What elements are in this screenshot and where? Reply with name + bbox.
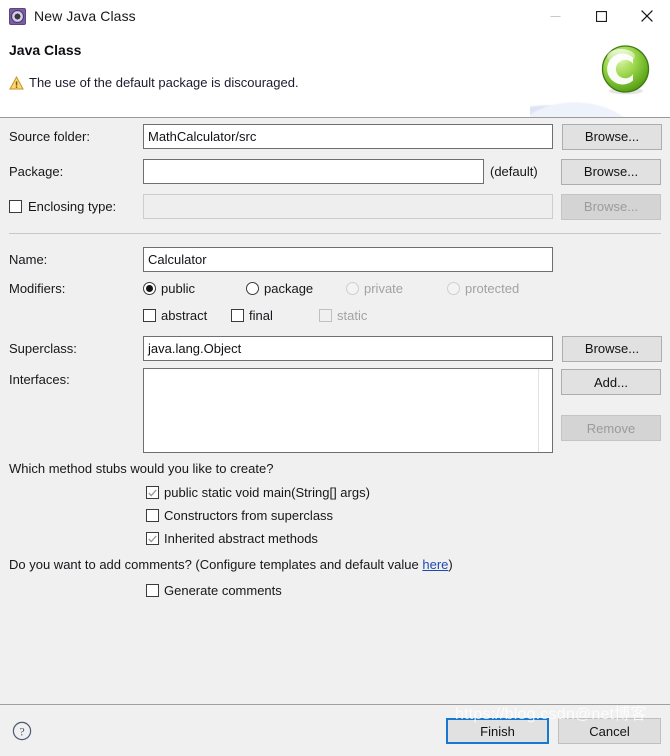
interfaces-row: Interfaces: Add... Remove — [0, 368, 670, 458]
checkbox-inherited-indicator — [146, 532, 159, 545]
source-folder-row: Source folder: MathCalculator/src Browse… — [0, 123, 670, 150]
generate-comments-checkbox[interactable]: Generate comments — [146, 579, 282, 602]
interfaces-remove-button: Remove — [561, 415, 661, 441]
checkbox-static-indicator — [319, 309, 332, 322]
section-divider-1 — [9, 233, 661, 234]
modifier-radio-public[interactable]: public — [143, 281, 246, 296]
enclosing-type-label: Enclosing type: — [28, 199, 117, 214]
source-folder-browse-button[interactable]: Browse... — [562, 123, 662, 150]
interfaces-label: Interfaces: — [9, 372, 70, 387]
superclass-row: Superclass: java.lang.Object Browse... — [0, 335, 670, 362]
interfaces-list[interactable] — [143, 368, 553, 453]
warning-triangle-icon — [9, 75, 24, 89]
checkbox-final-indicator — [231, 309, 244, 322]
enclosing-type-input[interactable] — [143, 194, 553, 219]
java-class-gear-icon — [9, 7, 26, 25]
comments-question-suffix: ) — [448, 557, 453, 572]
package-label: Package: — [9, 164, 64, 179]
help-icon[interactable]: ? — [12, 721, 32, 741]
page-title: Java Class — [9, 42, 82, 58]
package-default-hint: (default) — [490, 164, 538, 179]
close-button[interactable] — [624, 0, 670, 32]
radio-private-indicator — [346, 282, 359, 295]
checkbox-constructors-indicator — [146, 509, 159, 522]
status-message: The use of the default package is discou… — [9, 75, 299, 90]
close-icon — [641, 10, 653, 22]
method-stub-main-checkbox[interactable]: public static void main(String[] args) — [146, 481, 370, 504]
superclass-label: Superclass: — [9, 341, 77, 356]
method-stub-constructors-checkbox[interactable]: Constructors from superclass — [146, 504, 370, 527]
radio-public-indicator — [143, 282, 156, 295]
superclass-browse-button[interactable]: Browse... — [562, 335, 662, 362]
window-controls — [532, 0, 670, 32]
enclosing-type-browse-button: Browse... — [561, 193, 661, 220]
source-folder-input[interactable]: MathCalculator/src — [143, 124, 553, 149]
name-input[interactable]: Calculator — [143, 247, 553, 272]
finish-button[interactable]: Finish — [446, 718, 549, 744]
window-title: New Java Class — [34, 8, 136, 24]
modifier-radio-private: private — [346, 281, 447, 296]
maximize-button[interactable] — [578, 0, 624, 32]
modifier-checkbox-group: abstract final static — [143, 308, 367, 323]
radio-package-indicator — [246, 282, 259, 295]
configure-templates-link[interactable]: here — [422, 557, 448, 572]
comments-group: Generate comments — [146, 579, 282, 602]
interfaces-scrollbar[interactable] — [538, 369, 552, 452]
status-message-text: The use of the default package is discou… — [29, 75, 299, 90]
enclosing-type-checkbox[interactable] — [9, 200, 22, 213]
comments-question: Do you want to add comments? (Configure … — [9, 557, 453, 572]
radio-protected-indicator — [447, 282, 460, 295]
name-row: Name: Calculator — [0, 247, 670, 272]
help-icon-glyph: ? — [19, 724, 24, 738]
green-class-c-icon — [601, 45, 650, 95]
minimize-button[interactable] — [532, 0, 578, 32]
modifiers-label: Modifiers: — [9, 281, 66, 296]
package-browse-button[interactable]: Browse... — [561, 158, 661, 185]
modifier-checkbox-static: static — [319, 308, 367, 323]
cancel-button[interactable]: Cancel — [558, 718, 661, 744]
modifiers-row: Modifiers: public package private protec… — [0, 276, 670, 301]
dialog-body: Source folder: MathCalculator/src Browse… — [0, 118, 670, 704]
modifier-radio-protected: protected — [447, 281, 519, 296]
dialog-footer: ? Finish Cancel — [0, 704, 670, 756]
minimize-icon — [550, 15, 560, 17]
method-stubs-group: public static void main(String[] args) C… — [146, 481, 370, 550]
enclosing-type-row: Enclosing type: Browse... — [0, 193, 670, 220]
modifier-radio-group: public package private protected — [143, 281, 519, 296]
interfaces-add-button[interactable]: Add... — [561, 369, 661, 395]
method-stubs-question: Which method stubs would you like to cre… — [9, 461, 274, 476]
modifier-radio-package[interactable]: package — [246, 281, 346, 296]
method-stub-inherited-checkbox[interactable]: Inherited abstract methods — [146, 527, 370, 550]
title-bar: New Java Class — [0, 0, 670, 32]
modifier-checkbox-final[interactable]: final — [231, 308, 319, 323]
checkbox-abstract-indicator — [143, 309, 156, 322]
package-input[interactable] — [143, 159, 484, 184]
dialog-header: Java Class The use of the default packag… — [0, 32, 670, 118]
name-label: Name: — [9, 252, 48, 267]
modifier-flags-row: abstract final static — [0, 303, 670, 328]
modifier-checkbox-abstract[interactable]: abstract — [143, 308, 231, 323]
package-row: Package: (default) Browse... — [0, 158, 670, 185]
checkbox-main-indicator — [146, 486, 159, 499]
maximize-icon — [595, 10, 607, 22]
superclass-input[interactable]: java.lang.Object — [143, 336, 553, 361]
checkbox-generate-comments-indicator — [146, 584, 159, 597]
source-folder-label: Source folder: — [9, 129, 90, 144]
comments-question-prefix: Do you want to add comments? (Configure … — [9, 557, 423, 572]
